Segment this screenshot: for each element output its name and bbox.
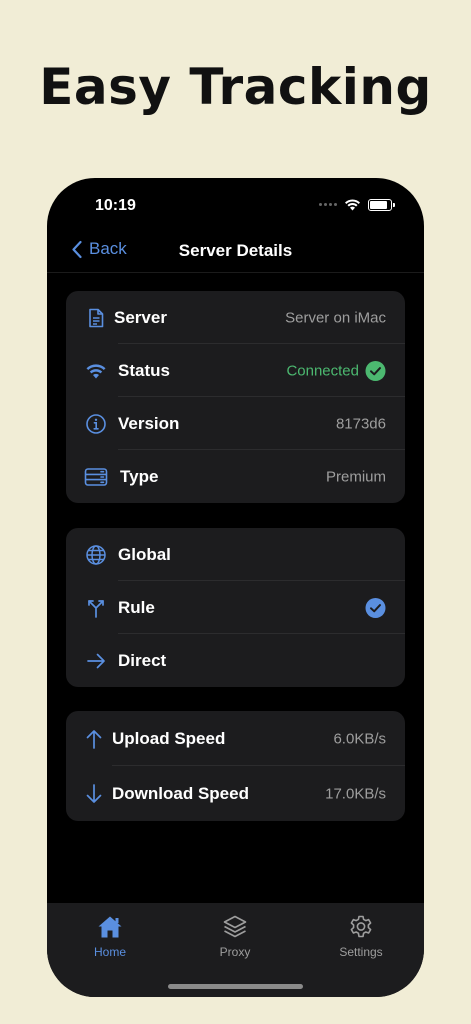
version-label: Version [118, 413, 180, 433]
upload-speed-row: Upload Speed 6.0KB/s [66, 711, 405, 766]
upload-speed-label: Upload Speed [112, 728, 226, 748]
tab-home-label: Home [93, 945, 126, 959]
status-time: 10:19 [95, 197, 136, 214]
tab-proxy[interactable]: Proxy [185, 913, 285, 959]
navigation-bar: Back Server Details [47, 234, 424, 273]
headline: Easy Tracking [39, 58, 432, 116]
document-icon [84, 306, 108, 330]
gear-icon [311, 913, 411, 941]
download-speed-label: Download Speed [112, 783, 249, 803]
status-row[interactable]: Status Connected [66, 344, 405, 397]
type-row[interactable]: Type Premium [66, 450, 405, 503]
upload-speed-value: 6.0KB/s [333, 730, 386, 747]
status-bar: 10:19 [47, 178, 424, 234]
info-icon [84, 412, 108, 436]
version-row[interactable]: Version 8173d6 [66, 397, 405, 450]
mode-direct-label: Direct [118, 650, 167, 670]
server-icon [84, 465, 108, 489]
arrow-right-icon [84, 649, 108, 673]
arrow-up-icon [82, 727, 106, 751]
mode-global-label: Global [118, 544, 171, 564]
mode-rule-label: Rule [118, 597, 155, 617]
status-label: Status [118, 360, 170, 380]
connected-check-icon [365, 360, 386, 381]
globe-icon [84, 543, 108, 567]
server-label: Server [114, 307, 167, 327]
download-speed-value: 17.0KB/s [325, 785, 386, 802]
cellular-signal-icon [319, 203, 337, 206]
server-info-card: Server Server on iMac Status Connected V… [66, 291, 405, 503]
proxy-mode-card: Global Rule Direct [66, 528, 405, 687]
layers-icon [185, 913, 285, 941]
tab-proxy-label: Proxy [219, 945, 251, 959]
download-speed-row: Download Speed 17.0KB/s [66, 766, 405, 821]
mode-direct-row[interactable]: Direct [66, 634, 405, 687]
mode-rule-row[interactable]: Rule [66, 581, 405, 634]
wifi-icon [84, 359, 108, 383]
mode-global-row[interactable]: Global [66, 528, 405, 581]
battery-icon [368, 198, 395, 211]
tab-bar: Home Proxy Settings [47, 903, 424, 997]
phone-screen: 10:19 Back Server Details Server Server … [47, 178, 424, 997]
type-value: Premium [325, 468, 386, 485]
tab-settings[interactable]: Settings [311, 913, 411, 959]
page-title: Server Details [178, 241, 293, 260]
tab-settings-label: Settings [339, 945, 383, 959]
selected-check-icon [365, 597, 386, 618]
status-value: Connected [286, 362, 359, 379]
arrow-down-icon [82, 782, 106, 806]
version-value: 8173d6 [335, 415, 386, 432]
tab-home[interactable]: Home [60, 913, 160, 959]
server-value: Server on iMac [285, 309, 386, 326]
home-icon [60, 913, 160, 941]
wifi-status-icon [345, 199, 360, 211]
home-indicator [168, 984, 303, 989]
type-label: Type [120, 466, 159, 486]
status-icons [319, 198, 395, 211]
server-row[interactable]: Server Server on iMac [66, 291, 405, 344]
branch-icon [84, 596, 108, 620]
speed-card: Upload Speed 6.0KB/s Download Speed 17.0… [66, 711, 405, 821]
